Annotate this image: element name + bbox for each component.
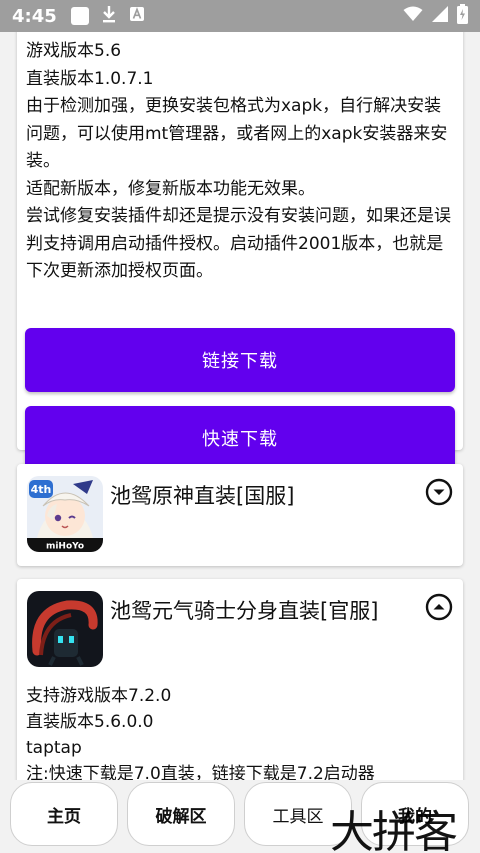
detail-line: 尝试修复安装插件却还是提示没有安装问题，如果还是误判支持调用启动插件授权。启动插… xyxy=(26,206,451,281)
signal-icon xyxy=(431,5,449,27)
app-title: 池鸳原神直装[国服] xyxy=(110,484,295,508)
wifi-icon xyxy=(403,6,423,26)
detail-line: 直装版本5.6.0.0 xyxy=(26,712,154,732)
detail-line: 注:快速下载是7.0直装，链接下载是7.2启动器 xyxy=(26,764,375,780)
nav-home-button[interactable]: 主页 xyxy=(10,782,118,846)
battery-icon xyxy=(457,4,468,28)
app-card-genshin[interactable]: 4th miHoYo 池鸳原神直装[国服] xyxy=(17,464,463,566)
card-detail-text: 游戏版本5.6 直装版本1.0.7.1 由于检测加强，更换安装包格式为xapk，… xyxy=(26,38,456,286)
app-card-detail: 游戏版本5.6 直装版本1.0.7.1 由于检测加强，更换安装包格式为xapk，… xyxy=(17,32,463,470)
status-bar: 4:45 xyxy=(0,0,480,32)
chevron-down-circle-icon[interactable] xyxy=(425,478,453,506)
nav-crack-button[interactable]: 破解区 xyxy=(127,782,235,846)
detail-line: 游戏版本5.6 xyxy=(26,41,122,61)
fast-download-button[interactable]: 快速下载 xyxy=(25,406,455,470)
status-time: 4:45 xyxy=(12,5,57,27)
app-title: 池鸳元气骑士分身直装[官服] xyxy=(110,599,379,623)
a-icon xyxy=(129,6,145,26)
detail-line: 直装版本1.0.7.1 xyxy=(26,68,154,89)
square-notification-icon xyxy=(70,7,89,25)
soul-knight-app-icon xyxy=(27,591,103,667)
genshin-app-icon: 4th miHoYo xyxy=(27,476,103,552)
app-card-soul-knight[interactable]: 池鸳元气骑士分身直装[官服] 支持游戏版本7.2.0 直装版本5.6.0.0 t… xyxy=(17,579,463,780)
detail-line: taptap xyxy=(26,738,82,758)
download-icon xyxy=(101,5,117,27)
detail-line: 由于检测加强，更换安装包格式为xapk，自行解决安装问题，可以使用mt管理器，或… xyxy=(26,96,448,171)
content-area[interactable]: 游戏版本5.6 直装版本1.0.7.1 由于检测加强，更换安装包格式为xapk，… xyxy=(0,32,480,780)
detail-line: 支持游戏版本7.2.0 xyxy=(26,686,172,706)
chevron-up-circle-icon[interactable] xyxy=(425,593,453,621)
card-detail-text: 支持游戏版本7.2.0 直装版本5.6.0.0 taptap 注:快速下载是7.… xyxy=(26,683,375,780)
svg-text:miHoYo: miHoYo xyxy=(46,542,84,552)
link-download-button[interactable]: 链接下载 xyxy=(25,328,455,392)
svg-text:4th: 4th xyxy=(31,483,52,496)
watermark-logo: 大拼客 xyxy=(330,807,458,853)
detail-line: 适配新版本，修复新版本功能无效果。 xyxy=(26,178,315,199)
